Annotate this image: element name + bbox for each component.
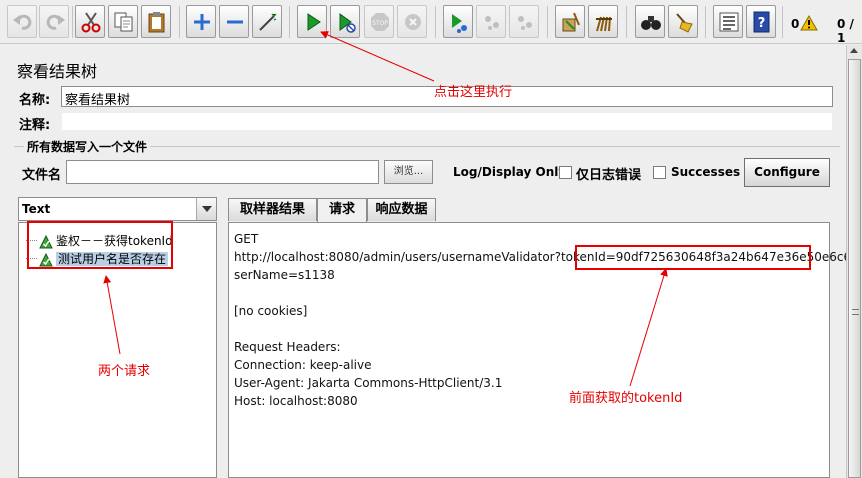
annotation-token-hint: 前面获取的tokenId (569, 391, 683, 406)
annotation-run-hint: 点击这里执行 (434, 85, 513, 100)
annotation-two-requests: 两个请求 (98, 364, 151, 379)
annotation-arrows (103, 31, 668, 387)
